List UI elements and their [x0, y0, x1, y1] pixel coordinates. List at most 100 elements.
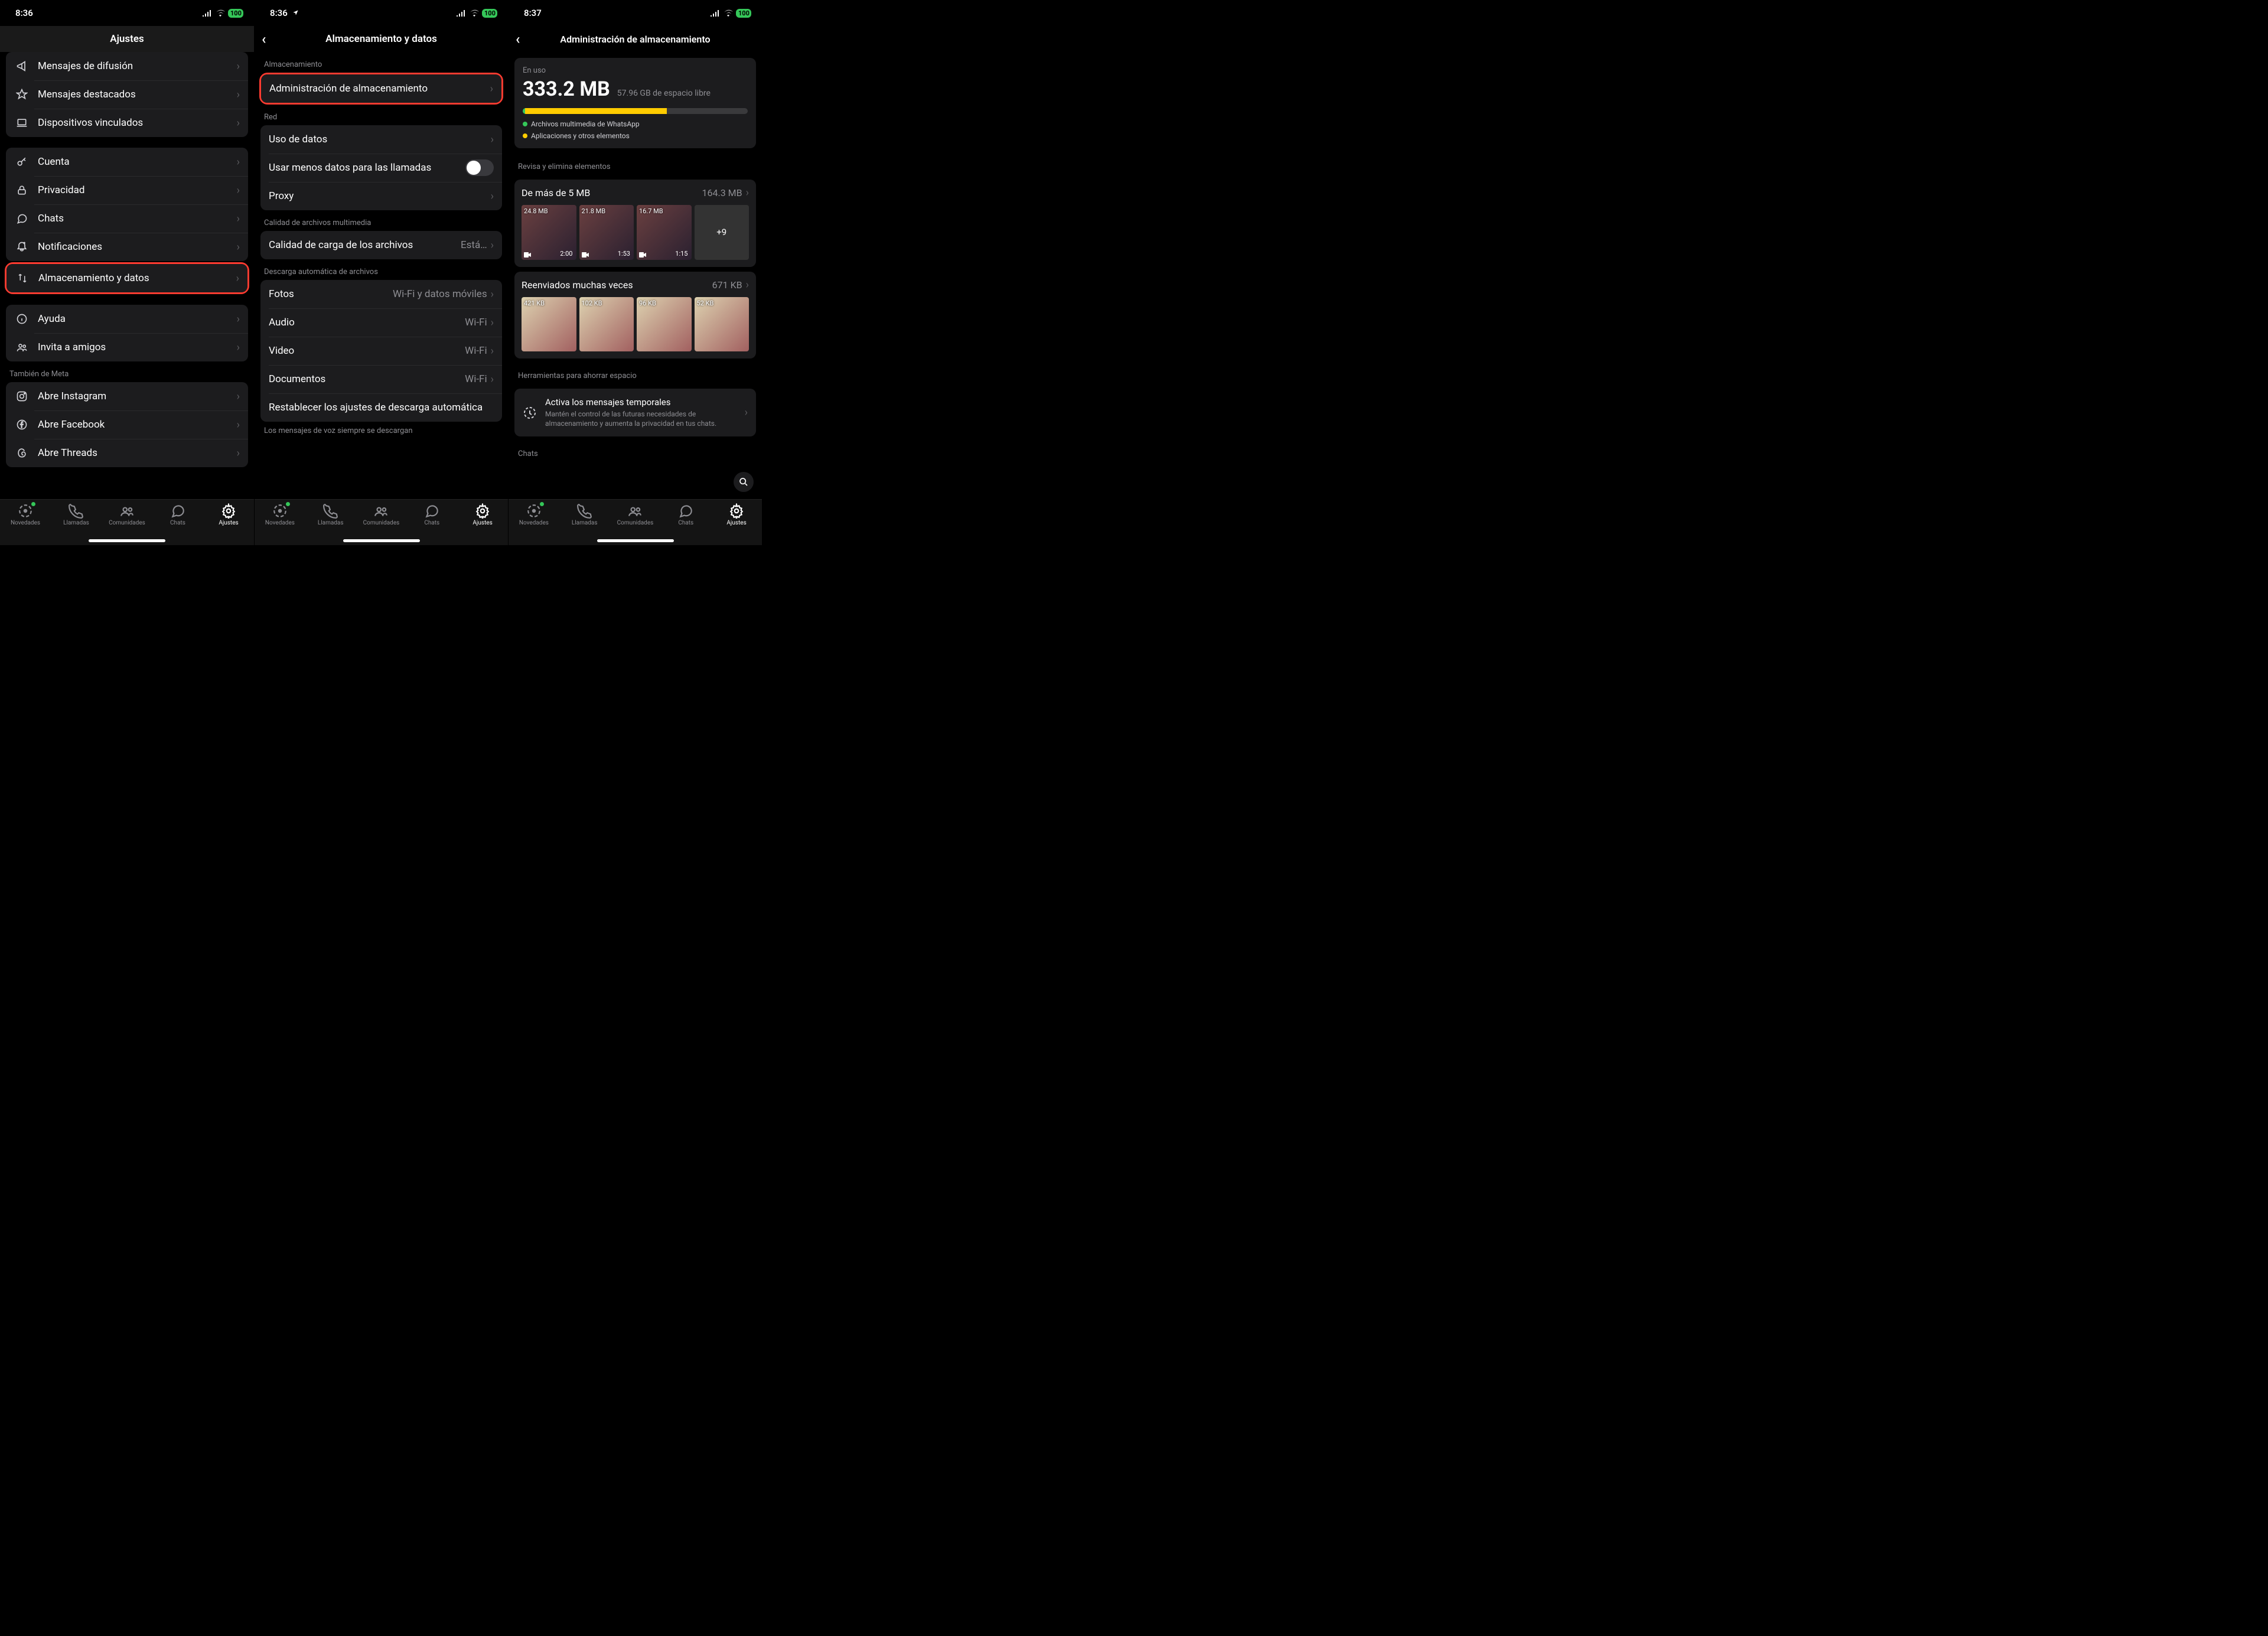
category-size: 671 KB — [712, 279, 742, 291]
in-use-value: 333.2 MB — [523, 77, 610, 101]
thumb-duration: 1:53 — [618, 250, 630, 258]
row-documentos[interactable]: DocumentosWi-Fi› — [260, 365, 502, 393]
group-message-tools: Mensajes de difusión›Mensajes destacados… — [6, 52, 248, 137]
media-thumb[interactable]: 21.8 MB1:53 — [579, 205, 634, 260]
wifi-icon — [470, 9, 479, 17]
category-forwarded[interactable]: Reenviados muchas veces 671 KB › 421 KB1… — [514, 272, 756, 359]
row-storage-data[interactable]: Almacenamiento y datos › — [6, 264, 247, 292]
legend-whatsapp: Archivos multimedia de WhatsApp — [531, 120, 640, 128]
gear-icon — [221, 503, 236, 519]
section-network: Red — [255, 105, 508, 125]
row-audio[interactable]: AudioWi-Fi› — [260, 308, 502, 337]
section-autodl: Descarga automática de archivos — [255, 259, 508, 280]
media-thumb[interactable]: 102 KB — [579, 297, 634, 352]
video-icon — [524, 252, 531, 258]
tab-ajustes[interactable]: Ajustes — [713, 503, 760, 545]
row-label: Invita a amigos — [38, 341, 237, 353]
page-title: Administración de almacenamiento — [560, 34, 710, 45]
group-help: Ayuda›Invita a amigos› — [6, 305, 248, 361]
chevron-right-icon: › — [237, 156, 240, 168]
row-label: Cuenta — [38, 156, 237, 168]
back-button[interactable]: ‹ — [262, 31, 266, 47]
media-thumb[interactable]: 52 KB — [695, 297, 750, 352]
screen-storage-data: 8:36 100 ‹ Almacenamiento y datos Almace… — [254, 0, 508, 545]
phone-icon — [323, 503, 338, 519]
tab-label: Ajustes — [219, 520, 238, 526]
row-label: Administración de almacenamiento — [269, 83, 490, 94]
tab-ajustes[interactable]: Ajustes — [206, 503, 252, 545]
row-value: Wi-Fi y datos móviles — [393, 288, 487, 300]
row-proxy[interactable]: Proxy› — [260, 182, 502, 210]
back-button[interactable]: ‹ — [516, 31, 520, 47]
row-value: Está… — [461, 239, 487, 251]
row-manage-storage[interactable]: Administración de almacenamiento › — [261, 74, 501, 103]
info-icon — [14, 313, 30, 325]
lock-icon — [14, 184, 30, 196]
tab-novedades[interactable]: Novedades — [511, 503, 557, 545]
row-fotos[interactable]: FotosWi-Fi y datos móviles› — [260, 280, 502, 308]
row-chats[interactable]: Chats› — [6, 204, 248, 233]
row-invita-a-amigos[interactable]: Invita a amigos› — [6, 333, 248, 361]
chevron-right-icon: › — [237, 390, 240, 403]
row-label: Restablecer los ajustes de descarga auto… — [269, 402, 494, 413]
media-thumb[interactable]: 24.8 MB2:00 — [522, 205, 576, 260]
status-bar: 8:36 100 — [0, 0, 254, 26]
category-large-files[interactable]: De más de 5 MB 164.3 MB › 24.8 MB2:0021.… — [514, 180, 756, 267]
row-abre-facebook[interactable]: Abre Facebook› — [6, 410, 248, 439]
content-scroll[interactable]: Mensajes de difusión›Mensajes destacados… — [0, 52, 254, 545]
row-label: Audio — [269, 317, 465, 328]
row-notificaciones[interactable]: Notificaciones› — [6, 233, 248, 261]
content-scroll[interactable]: Almacenamiento Administración de almacen… — [255, 52, 508, 545]
chevron-right-icon: › — [237, 447, 240, 459]
media-thumb-more[interactable]: +9 — [695, 205, 750, 260]
row-abre-threads[interactable]: Abre Threads› — [6, 439, 248, 467]
home-indicator — [343, 539, 420, 542]
toggle[interactable] — [465, 159, 494, 176]
row-value: Wi-Fi — [465, 317, 487, 328]
battery-badge: 100 — [736, 9, 751, 18]
chat-icon — [170, 503, 185, 519]
row-upload-quality[interactable]: Calidad de carga de los archivos Está… › — [260, 231, 502, 259]
tab-ajustes[interactable]: Ajustes — [460, 503, 506, 545]
tab-novedades[interactable]: Novedades — [2, 503, 48, 545]
row-mensajes-destacados[interactable]: Mensajes destacados› — [6, 80, 248, 109]
tab-novedades[interactable]: Novedades — [257, 503, 303, 545]
chevron-right-icon: › — [491, 239, 494, 252]
thumb-size: 16.7 MB — [639, 207, 663, 215]
group-meta-apps: Abre Instagram›Abre Facebook›Abre Thread… — [6, 382, 248, 467]
row-privacidad[interactable]: Privacidad› — [6, 176, 248, 204]
media-thumb[interactable]: 16.7 MB1:15 — [637, 205, 692, 260]
chevron-right-icon: › — [490, 83, 493, 95]
row-restablecer-los-ajustes-de-des[interactable]: Restablecer los ajustes de descarga auto… — [260, 393, 502, 422]
tool-title: Activa los mensajes temporales — [545, 397, 737, 408]
timer-icon — [523, 406, 537, 420]
row-video[interactable]: VideoWi-Fi› — [260, 337, 502, 365]
thumb-size: 102 KB — [582, 299, 602, 307]
video-icon — [582, 252, 589, 258]
row-ayuda[interactable]: Ayuda› — [6, 305, 248, 333]
chevron-right-icon: › — [746, 187, 749, 199]
screen-settings: 8:36 100 Ajustes Mensajes de difusión›Me… — [0, 0, 254, 545]
instagram-icon — [14, 390, 30, 402]
row-dispositivos-vinculados[interactable]: Dispositivos vinculados› — [6, 109, 248, 137]
row-abre-instagram[interactable]: Abre Instagram› — [6, 382, 248, 410]
tab-label: Comunidades — [109, 520, 145, 526]
section-chats: Chats — [509, 441, 762, 462]
media-thumb[interactable]: 96 KB — [637, 297, 692, 352]
highlight-storage: Almacenamiento y datos › — [5, 262, 249, 294]
tool-disappearing[interactable]: Activa los mensajes temporales Mantén el… — [514, 389, 756, 436]
section-quality: Calidad de archivos multimedia — [255, 210, 508, 231]
search-button[interactable] — [734, 472, 754, 492]
tab-bar: NovedadesLlamadasComunidadesChatsAjustes — [255, 499, 508, 545]
row-mensajes-de-difusi-n[interactable]: Mensajes de difusión› — [6, 52, 248, 80]
row-uso-de-datos[interactable]: Uso de datos› — [260, 125, 502, 154]
category-title: Reenviados muchas veces — [522, 279, 633, 291]
content-scroll[interactable]: En uso 333.2 MB 57.96 GB de espacio libr… — [509, 52, 762, 545]
tab-label: Comunidades — [617, 520, 654, 526]
row-usar-menos-datos-para-las-llam[interactable]: Usar menos datos para las llamadas — [260, 154, 502, 182]
row-label: Abre Facebook — [38, 419, 237, 431]
row-label: Abre Threads — [38, 447, 237, 459]
media-thumb[interactable]: 421 KB — [522, 297, 576, 352]
home-indicator — [89, 539, 165, 542]
row-cuenta[interactable]: Cuenta› — [6, 148, 248, 176]
